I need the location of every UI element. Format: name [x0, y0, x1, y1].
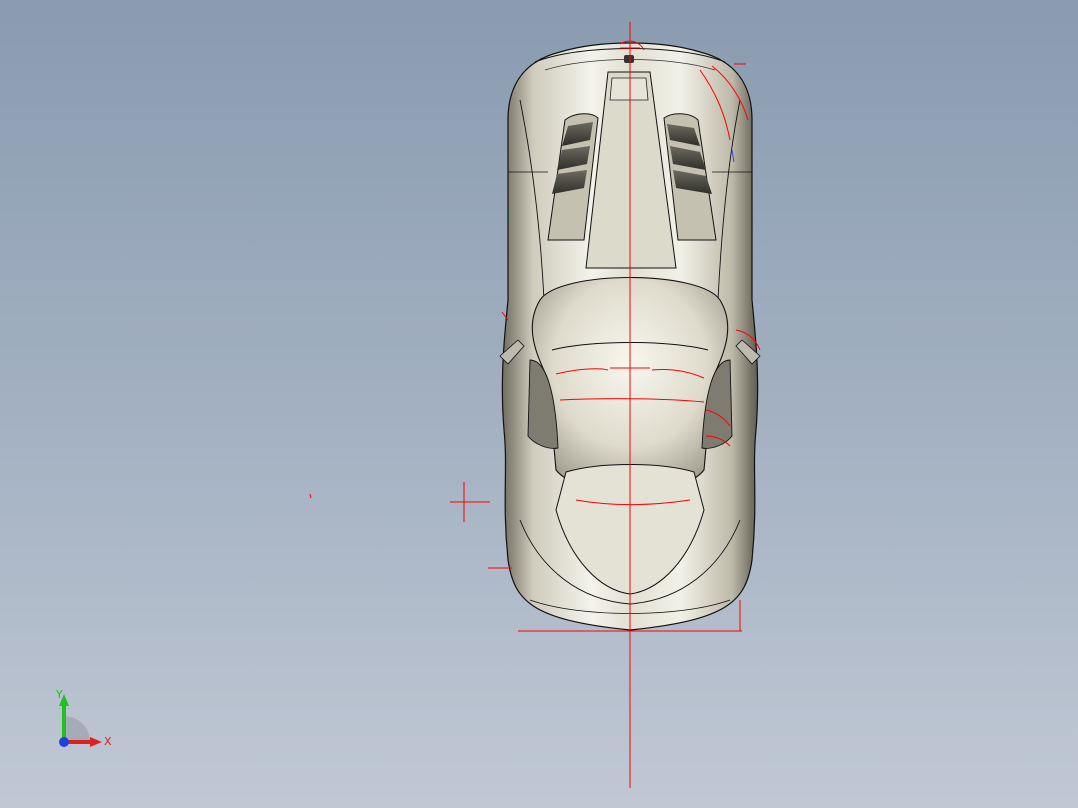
z-axis-dot — [59, 737, 69, 747]
axis-triad: Y X — [55, 688, 112, 748]
graphics-viewport[interactable]: Y X — [0, 0, 1078, 808]
car-model-view[interactable] — [0, 0, 1078, 808]
y-axis-label: Y — [55, 688, 63, 701]
hood-emblem — [624, 55, 634, 63]
x-axis-label: X — [104, 735, 112, 748]
